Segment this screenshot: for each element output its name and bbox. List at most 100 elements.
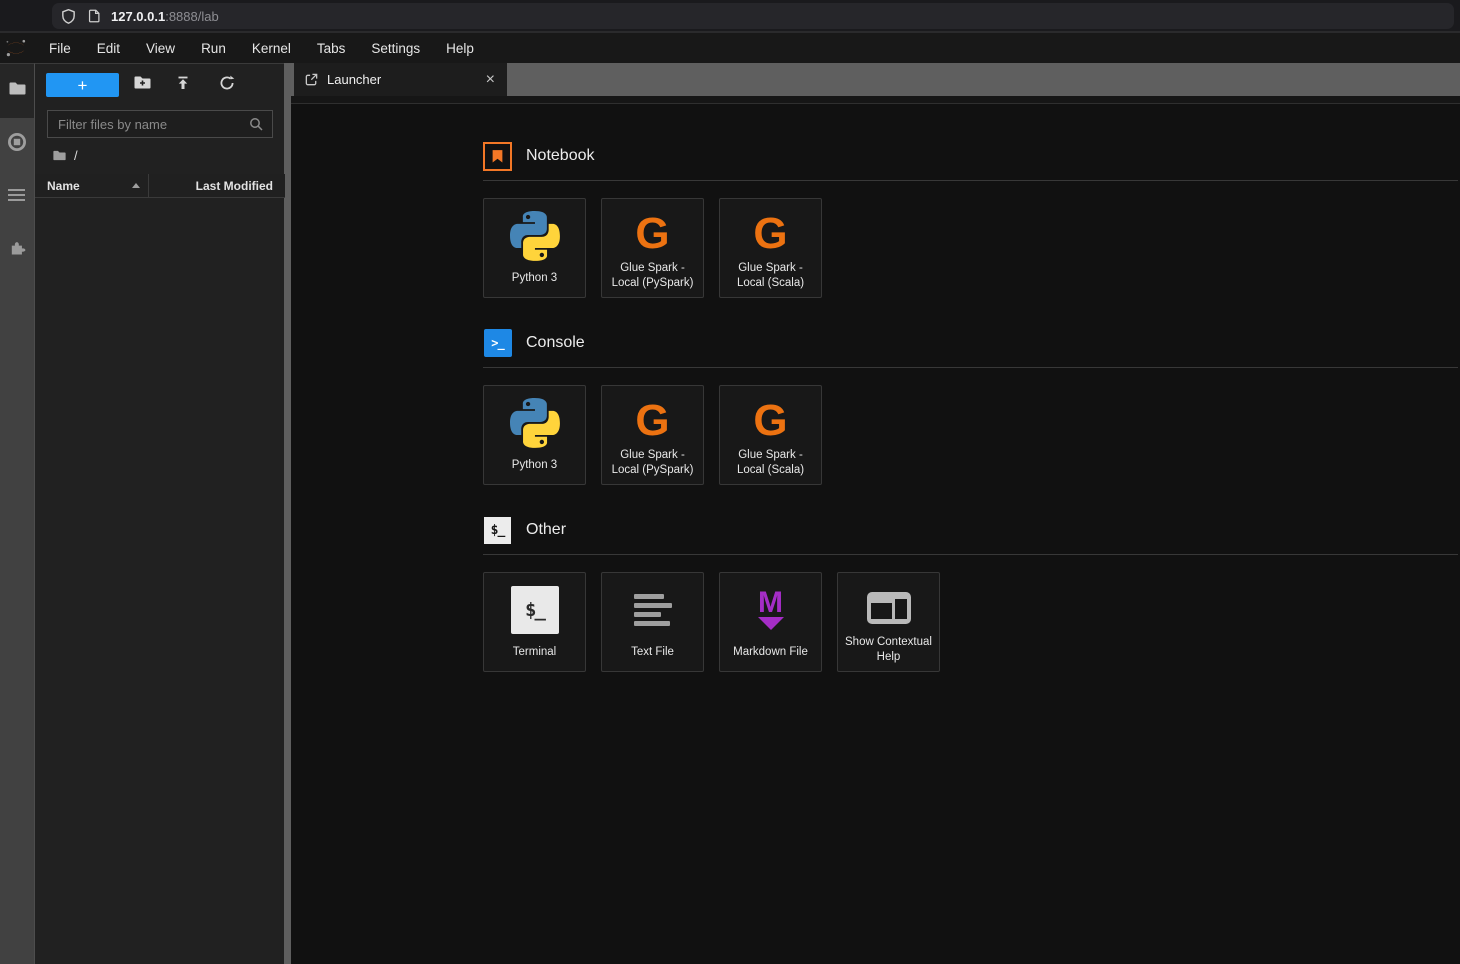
url-host: 127.0.0.1 bbox=[111, 9, 165, 24]
card-icon-box bbox=[838, 581, 939, 635]
launcher-section-console: >_ConsolePython 3GGlue Spark - Local (Py… bbox=[483, 327, 1458, 485]
launcher-card-glue-spark-local-pyspark[interactable]: G Glue Spark - Local (PySpark) bbox=[601, 198, 704, 298]
left-activity-bar bbox=[0, 63, 34, 964]
launcher-panel: NotebookPython 3GGlue Spark - Local (PyS… bbox=[291, 104, 1460, 964]
launcher-sections: NotebookPython 3GGlue Spark - Local (PyS… bbox=[483, 140, 1458, 672]
breadcrumb: / bbox=[52, 146, 78, 164]
section-divider bbox=[483, 180, 1458, 181]
card-icon-box: $_ bbox=[484, 581, 585, 639]
card-row: $_Terminal Text File MMarkdown File Show Co… bbox=[483, 572, 1458, 672]
main-menu-bar: FileEditViewRunKernelTabsSettingsHelp bbox=[0, 33, 1460, 63]
contextual-help-icon bbox=[866, 591, 912, 625]
refresh-icon bbox=[218, 74, 236, 97]
launcher-section-other: $_ Other $_Terminal Text File MMarkdown File… bbox=[483, 514, 1458, 672]
app-body: + / bbox=[0, 63, 1460, 964]
python-logo-icon bbox=[510, 211, 560, 261]
glue-g-icon: G bbox=[635, 212, 669, 256]
folder-icon bbox=[8, 80, 27, 102]
column-header-last-modified[interactable]: Last Modified bbox=[149, 179, 285, 193]
sidebar-tab-table-of-contents[interactable] bbox=[0, 179, 34, 215]
card-icon-box bbox=[484, 394, 585, 452]
card-row: Python 3GGlue Spark - Local (PySpark)GGl… bbox=[483, 385, 1458, 485]
sidebar-tab-running-sessions[interactable] bbox=[0, 126, 34, 162]
card-label: Glue Spark - Local (PySpark) bbox=[602, 448, 703, 484]
card-label: Show Contextual Help bbox=[838, 635, 939, 671]
card-icon-box: G bbox=[602, 394, 703, 448]
sidebar-tab-extensions[interactable] bbox=[0, 232, 34, 268]
file-list-empty bbox=[35, 198, 284, 964]
menu-item-tabs[interactable]: Tabs bbox=[304, 41, 359, 56]
tab-launcher[interactable]: Launcher × bbox=[294, 63, 507, 96]
menu-item-settings[interactable]: Settings bbox=[358, 41, 433, 56]
new-folder-button[interactable] bbox=[132, 75, 152, 95]
menu-item-run[interactable]: Run bbox=[188, 41, 239, 56]
new-folder-icon bbox=[133, 74, 152, 96]
url-bar[interactable]: 127.0.0.1:8888/lab bbox=[52, 3, 1454, 29]
launcher-card-glue-spark-local-pyspark[interactable]: GGlue Spark - Local (PySpark) bbox=[601, 385, 704, 485]
filter-files-box bbox=[47, 110, 273, 138]
url-text: 127.0.0.1:8888/lab bbox=[111, 9, 219, 24]
panel-splitter-handle[interactable] bbox=[284, 63, 291, 964]
card-label: Glue Spark - Local (PySpark) bbox=[602, 261, 703, 297]
file-browser-panel: + / bbox=[34, 63, 284, 964]
section-icon-box: >_ bbox=[483, 329, 512, 358]
launcher-card-glue-spark-local-scala[interactable]: GGlue Spark - Local (Scala) bbox=[719, 385, 822, 485]
menu-item-edit[interactable]: Edit bbox=[84, 41, 133, 56]
folder-icon[interactable] bbox=[52, 149, 67, 162]
launcher-card-show-contextual-help[interactable]: Show Contextual Help bbox=[837, 572, 940, 672]
sort-ascending-icon bbox=[132, 183, 140, 188]
breadcrumb-root[interactable]: / bbox=[74, 148, 78, 163]
url-path: :8888/lab bbox=[165, 9, 219, 24]
launcher-card-markdown-file[interactable]: MMarkdown File bbox=[719, 572, 822, 672]
new-launcher-button[interactable]: + bbox=[46, 73, 119, 97]
card-label: Glue Spark - Local (Scala) bbox=[720, 261, 821, 297]
section-title: Console bbox=[526, 334, 585, 352]
section-icon-box bbox=[483, 142, 512, 171]
card-icon-box: G bbox=[602, 207, 703, 261]
upload-icon bbox=[174, 74, 192, 97]
section-divider bbox=[483, 367, 1458, 368]
card-label: Python 3 bbox=[484, 265, 585, 297]
text-file-icon bbox=[634, 594, 672, 626]
launcher-card-terminal[interactable]: $_Terminal bbox=[483, 572, 586, 672]
python-logo-icon bbox=[510, 398, 560, 448]
refresh-button[interactable] bbox=[217, 75, 237, 95]
sidebar-tab-file-browser[interactable] bbox=[0, 64, 34, 118]
launcher-icon bbox=[304, 72, 319, 87]
launcher-section-notebook: Notebook Python 3 G Glue Spark - Local (PyS… bbox=[483, 140, 1458, 298]
card-icon-box: G bbox=[720, 394, 821, 448]
section-icon-box: $_ bbox=[483, 516, 512, 545]
other-prompt-icon: $_ bbox=[484, 517, 511, 544]
menu-item-view[interactable]: View bbox=[133, 41, 188, 56]
card-icon-box bbox=[484, 207, 585, 265]
shield-icon[interactable] bbox=[60, 8, 77, 25]
upload-button[interactable] bbox=[173, 75, 193, 95]
section-title: Notebook bbox=[526, 147, 595, 165]
menu-item-kernel[interactable]: Kernel bbox=[239, 41, 304, 56]
menu-item-help[interactable]: Help bbox=[433, 41, 487, 56]
page-icon[interactable] bbox=[86, 8, 102, 24]
filter-files-input[interactable] bbox=[58, 117, 248, 132]
launcher-card-glue-spark-local-scala[interactable]: GGlue Spark - Local (Scala) bbox=[719, 198, 822, 298]
launcher-card-text-file[interactable]: Text File bbox=[601, 572, 704, 672]
search-icon bbox=[248, 116, 264, 132]
launcher-card-python-3[interactable]: Python 3 bbox=[483, 385, 586, 485]
list-icon bbox=[8, 188, 26, 207]
card-label: Text File bbox=[602, 639, 703, 671]
plus-icon: + bbox=[78, 77, 88, 94]
card-row: Python 3GGlue Spark - Local (PySpark)GGl… bbox=[483, 198, 1458, 298]
card-icon-box: M bbox=[720, 581, 821, 639]
column-header-name[interactable]: Name bbox=[35, 174, 149, 197]
browser-toolbar: 127.0.0.1:8888/lab bbox=[0, 0, 1460, 33]
menu-items: FileEditViewRunKernelTabsSettingsHelp bbox=[36, 41, 487, 56]
launcher-card-python-3[interactable]: Python 3 bbox=[483, 198, 586, 298]
section-header: Notebook bbox=[483, 140, 1458, 172]
puzzle-icon bbox=[8, 238, 27, 262]
close-icon[interactable]: × bbox=[484, 72, 497, 88]
card-icon-box: G bbox=[720, 207, 821, 261]
section-header: >_ Console bbox=[483, 327, 1458, 359]
card-label: Python 3 bbox=[484, 452, 585, 484]
menu-item-file[interactable]: File bbox=[36, 41, 84, 56]
tab-label: Launcher bbox=[327, 72, 476, 87]
section-title: Other bbox=[526, 521, 566, 539]
